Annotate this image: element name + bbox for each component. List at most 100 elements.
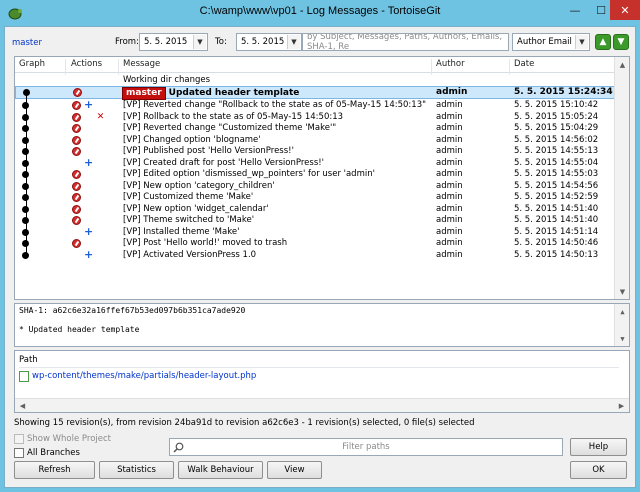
to-date-picker[interactable]: 5. 5. 2015 ▼ [236,33,302,51]
scroll-right-icon[interactable]: ▶ [614,399,629,412]
revision-message: [VP] New option 'widget_calendar' [123,203,269,214]
revision-author: admin [436,123,463,133]
revision-message: [VP] Reverted change "Customized theme '… [123,123,337,133]
table-row[interactable]: [VP] Edited option 'dismissed_wp_pointer… [15,169,615,180]
table-row[interactable]: [VP] Published post 'Hello VersionPress!… [15,146,615,157]
revision-date: 5. 5. 2015 14:56:02 [514,134,599,145]
message-scrollbar[interactable]: ▲ ▼ [614,304,629,346]
help-button[interactable]: Help [570,438,627,456]
vertical-scrollbar[interactable]: ▲ ▼ [614,57,629,299]
working-dir-row[interactable]: Working dir changes [15,75,615,86]
selected-revision-row[interactable]: master Updated header template admin 5. 5… [15,86,615,100]
all-branches-checkbox[interactable] [14,448,24,458]
scroll-up-icon[interactable]: ▲ [615,57,629,72]
table-row[interactable]: [VP] Customized theme 'Make' admin 5. 5. 2… [15,192,615,203]
walk-behaviour-button[interactable]: Walk Behaviour [178,461,263,479]
revision-date: 5. 5. 2015 14:51:40 [514,203,599,214]
revision-date: 5. 5. 2015 14:52:59 [514,192,599,202]
column-author[interactable]: Author [436,59,465,69]
scroll-down-icon[interactable]: ▼ [615,331,630,346]
graph-node [22,159,29,167]
revision-date: 5. 5. 2015 15:05:24 [514,111,599,122]
scroll-up-icon[interactable]: ▲ [615,304,630,319]
table-row[interactable]: [VP] Theme switched to 'Make' admin 5. 5. … [15,215,615,226]
ok-button[interactable]: OK [570,461,627,479]
revision-list[interactable]: Graph Actions Message Author Date Workin… [14,56,630,300]
modify-icon [72,135,81,145]
modify-icon [72,147,81,156]
column-graph[interactable]: Graph [19,59,45,69]
table-row[interactable]: [VP] Post 'Hello world!' moved to trash a… [15,238,615,249]
show-whole-project-checkbox[interactable] [14,434,24,444]
table-row[interactable]: + [VP] Created draft for post 'Hello Vers… [15,155,615,169]
filter-paths-placeholder: Filter paths [342,442,390,452]
selected-message-text: Updated header template [168,88,300,98]
table-row[interactable]: ✕ [VP] Rollback to the state as of 05-May… [15,112,615,123]
revision-message: [VP] Activated VersionPress 1.0 [123,249,257,260]
table-row[interactable]: [VP] Reverted change "Customized theme '… [15,123,615,134]
graph-node [22,251,29,259]
revision-date: 5. 5. 2015 15:04:29 [514,123,599,133]
title-bar: C:\wamp\www\vp01 - Log Messages - Tortoi… [0,0,640,26]
table-row[interactable]: [VP] Changed option 'blogname' admin 5. 5.… [15,135,615,146]
search-input[interactable]: by Subject, Messages, Paths, Authors, Em… [302,33,509,51]
graph-node [22,228,29,236]
revision-author: admin [436,111,463,122]
add-icon: + [84,224,94,238]
log-dialog: master From: 5. 5. 2015 ▼ To: 5. 5. 2015… [4,26,636,488]
filter-field-select[interactable]: Author Email ▼ [512,33,590,51]
revision-message: [VP] Rollback to the state as of 05-May-… [123,111,344,122]
to-label: To: [215,37,227,47]
table-row[interactable]: [VP] New option 'category_children' admin… [15,181,615,192]
minimize-button[interactable]: — [562,0,588,20]
from-label: From: [115,37,139,47]
from-date-picker[interactable]: 5. 5. 2015 ▼ [139,33,208,51]
changed-file-path[interactable]: wp-content/themes/make/partials/header-l… [32,371,256,381]
column-message[interactable]: Message [123,59,160,69]
modify-icon [72,193,81,202]
to-date-value: 5. 5. 2015 [241,37,285,47]
refresh-button[interactable]: Refresh [14,461,95,479]
scroll-down-icon[interactable]: ▼ [615,284,629,299]
close-button[interactable]: ✕ [610,0,640,20]
column-date[interactable]: Date [514,59,534,69]
arrow-down-icon[interactable]: ▼ [613,34,629,50]
branch-link[interactable]: master [12,38,42,48]
scroll-left-icon[interactable]: ◀ [15,399,30,412]
chevron-down-icon[interactable]: ▼ [575,35,588,49]
filter-paths-input[interactable]: Filter paths [169,438,563,456]
chevron-down-icon[interactable]: ▼ [193,35,206,49]
revision-message: [VP] New option 'category_children' [123,180,275,191]
table-row[interactable]: + [VP] Reverted change "Rollback to the s… [15,98,615,111]
revision-author: admin [436,180,463,191]
search-placeholder: by Subject, Messages, Paths, Authors, Em… [307,33,503,51]
column-actions[interactable]: Actions [71,59,102,69]
graph-node [22,182,29,190]
working-dir-label: Working dir changes [123,75,211,85]
revision-author: admin [436,238,463,248]
revision-date: 5. 5. 2015 14:50:13 [514,249,599,260]
filter-field-value: Author Email [517,37,572,47]
revision-author: admin [436,203,463,214]
changed-paths-list[interactable]: Path wp-content/themes/make/partials/hea… [14,350,630,413]
revision-author: admin [436,226,463,237]
chevron-down-icon[interactable]: ▼ [287,35,300,49]
table-row[interactable]: + [VP] Activated VersionPress 1.0 admin 5. … [15,249,615,261]
commit-message-panel[interactable]: SHA-1: a62c6e32a16ffef67b53ed097b6b351ca… [14,303,630,347]
statistics-button[interactable]: Statistics [99,461,174,479]
add-icon: + [84,98,94,111]
table-row[interactable]: [VP] New option 'widget_calendar' admin 5.… [15,204,615,215]
table-row[interactable]: + [VP] Installed theme 'Make' admin 5. 5. 2… [15,224,615,238]
revision-author: admin [436,249,463,260]
revision-message: [VP] Customized theme 'Make' [123,192,254,202]
arrow-up-icon[interactable]: ▲ [595,34,611,50]
revision-message: [VP] Installed theme 'Make' [123,226,240,237]
horizontal-scrollbar[interactable]: ◀ ▶ [15,398,629,412]
view-button[interactable]: View [267,461,322,479]
show-whole-project-label: Show Whole Project [27,434,112,444]
path-column-header[interactable]: Path [19,355,619,368]
add-icon: + [84,155,94,169]
revision-message: [VP] Theme switched to 'Make' [123,215,255,225]
modify-icon [72,124,81,133]
revision-author: admin [436,134,463,145]
